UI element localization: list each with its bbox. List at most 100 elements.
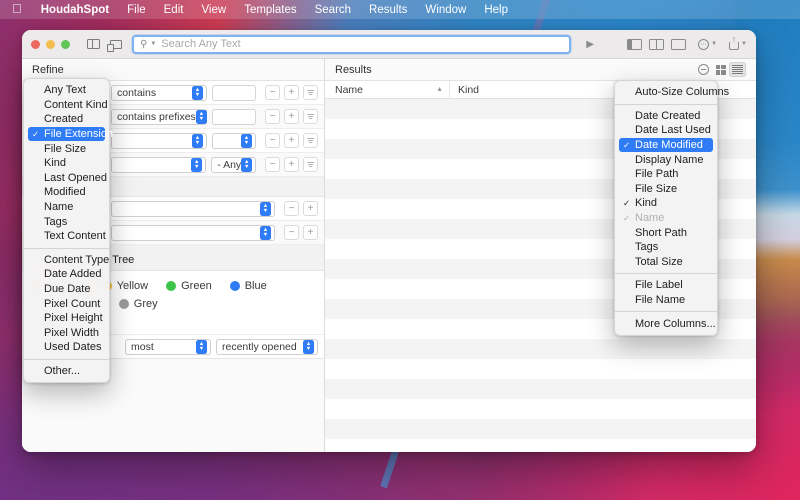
results-row[interactable] bbox=[325, 339, 756, 359]
add-criteria-button[interactable]: + bbox=[284, 157, 299, 172]
tag-grey[interactable]: Grey bbox=[118, 298, 158, 310]
columns-menu-item[interactable]: Display Name bbox=[615, 152, 717, 167]
add-criteria-button[interactable]: + bbox=[284, 85, 299, 100]
zoom-window-button[interactable] bbox=[61, 39, 70, 49]
refine-menu-item[interactable]: Pixel Height bbox=[24, 311, 109, 326]
refine-menu-item[interactable]: Pixel Width bbox=[24, 326, 109, 341]
tag-blue[interactable]: Blue bbox=[229, 280, 267, 292]
stepper-icon[interactable]: ▲ ▼ bbox=[192, 133, 203, 148]
criteria-operator-popup[interactable]: ▲ ▼ bbox=[110, 156, 207, 173]
columns-menu-item[interactable]: File Size bbox=[615, 182, 717, 197]
criteria-value-input[interactable] bbox=[212, 84, 256, 101]
apple-logo-icon[interactable]:  bbox=[8, 2, 32, 17]
refine-menu-item[interactable]: Tags bbox=[24, 214, 109, 229]
refine-menu-item[interactable]: Due Date bbox=[24, 282, 109, 297]
columns-menu-item[interactable]: Date Created bbox=[615, 109, 717, 124]
refine-menu-item[interactable]: Name bbox=[24, 200, 109, 215]
minimize-window-button[interactable] bbox=[46, 39, 55, 49]
criteria-value-popup[interactable]: ▲ ▼ bbox=[111, 224, 275, 241]
refine-menu-item[interactable]: Used Dates bbox=[24, 340, 109, 355]
menu-item-view[interactable]: View bbox=[192, 4, 235, 16]
refine-attribute-menu[interactable]: Any Text Content Kind Created ✓ File Extensi… bbox=[23, 78, 134, 384]
stepper-icon[interactable]: ▲ ▼ bbox=[241, 133, 252, 148]
sidebar-toggle-button[interactable] bbox=[82, 34, 104, 54]
menu-item-window[interactable]: Window bbox=[416, 4, 475, 16]
stepper-icon[interactable]: ▲ ▼ bbox=[260, 201, 271, 216]
remove-criteria-button[interactable]: − bbox=[284, 225, 299, 240]
menu-item-search[interactable]: Search bbox=[306, 4, 360, 16]
menu-item-houdahspot[interactable]: HoudahSpot bbox=[32, 4, 118, 16]
remove-criteria-button[interactable]: − bbox=[284, 201, 299, 216]
menu-item-templates[interactable]: Templates bbox=[235, 4, 305, 16]
add-criteria-button[interactable]: + bbox=[284, 109, 299, 124]
criteria-options-button[interactable] bbox=[303, 133, 318, 148]
menu-item-edit[interactable]: Edit bbox=[155, 4, 193, 16]
stepper-icon[interactable]: ▲ ▼ bbox=[192, 85, 203, 100]
column-header-name[interactable]: Name ▲ bbox=[325, 81, 450, 98]
results-filter-button[interactable] bbox=[695, 62, 712, 77]
columns-menu-item[interactable]: Tags bbox=[615, 240, 717, 255]
inspector-toggle-button[interactable] bbox=[104, 34, 126, 54]
columns-menu-item[interactable]: ✓ Date Modified bbox=[619, 137, 713, 153]
stepper-icon[interactable]: ▲ ▼ bbox=[196, 339, 207, 354]
columns-menu-item[interactable]: File Name bbox=[615, 293, 717, 308]
close-window-button[interactable] bbox=[31, 39, 40, 49]
share-button[interactable]: ▼ bbox=[729, 38, 747, 50]
refine-menu-item[interactable]: Modified bbox=[24, 185, 109, 200]
refine-menu-item[interactable]: Content Kind bbox=[24, 98, 109, 113]
menu-item-results[interactable]: Results bbox=[360, 4, 416, 16]
add-criteria-button[interactable]: + bbox=[303, 225, 318, 240]
criteria-operator-popup[interactable]: contains ▲ ▼ bbox=[111, 84, 207, 101]
criteria-value-popup[interactable]: ▲ ▼ bbox=[111, 200, 275, 217]
stepper-icon[interactable]: ▲ ▼ bbox=[241, 157, 253, 172]
refine-menu-item[interactable]: Pixel Count bbox=[24, 296, 109, 311]
chevron-down-icon[interactable]: ▼ bbox=[150, 41, 156, 47]
sort-criterion-popup[interactable]: recently opened ▲ ▼ bbox=[216, 338, 318, 355]
refine-menu-item[interactable]: Text Content bbox=[24, 229, 109, 244]
layout-split-icon[interactable] bbox=[649, 38, 665, 50]
refine-menu-item[interactable]: File Size bbox=[24, 141, 109, 156]
stepper-icon[interactable]: ▲ ▼ bbox=[191, 157, 203, 172]
criteria-options-button[interactable] bbox=[303, 109, 318, 124]
criteria-operator-popup[interactable]: contains prefixes ▲ ▼ bbox=[111, 108, 207, 125]
columns-menu-item[interactable]: ✓ Kind bbox=[615, 196, 717, 211]
refine-menu-item[interactable]: Last Opened bbox=[24, 171, 109, 186]
layout-left-icon[interactable] bbox=[627, 38, 643, 50]
columns-menu-item[interactable]: File Path bbox=[615, 167, 717, 182]
columns-menu-item[interactable]: More Columns... bbox=[615, 316, 717, 331]
layout-right-icon[interactable] bbox=[671, 38, 687, 50]
remove-criteria-button[interactable]: − bbox=[265, 133, 280, 148]
menu-item-file[interactable]: File bbox=[118, 4, 155, 16]
search-field[interactable]: ⚲ ▼ Search Any Text bbox=[132, 34, 572, 54]
results-columns-menu[interactable]: Auto-Size Columns Date Created Date Last U… bbox=[614, 80, 729, 336]
more-options-button[interactable]: ⋯ ▼ bbox=[698, 38, 717, 50]
stepper-icon[interactable]: ▲ ▼ bbox=[195, 109, 207, 124]
run-search-button[interactable]: ▶ bbox=[579, 39, 601, 50]
results-row[interactable] bbox=[325, 399, 756, 419]
results-row[interactable] bbox=[325, 379, 756, 399]
results-row[interactable] bbox=[325, 419, 756, 439]
criteria-operator-popup[interactable]: ▲ ▼ bbox=[111, 132, 207, 149]
refine-menu-item[interactable]: Kind bbox=[24, 156, 109, 171]
refine-menu-item[interactable]: ✓ File Extension bbox=[28, 126, 113, 142]
add-criteria-button[interactable]: + bbox=[284, 133, 299, 148]
remove-criteria-button[interactable]: − bbox=[265, 109, 280, 124]
stepper-icon[interactable]: ▲ ▼ bbox=[303, 339, 314, 354]
tag-green[interactable]: Green bbox=[166, 280, 212, 292]
results-row[interactable] bbox=[325, 359, 756, 379]
remove-criteria-button[interactable]: − bbox=[265, 85, 280, 100]
criteria-value-popup[interactable]: ▲ ▼ bbox=[212, 132, 256, 149]
list-view-button[interactable] bbox=[729, 62, 746, 77]
criteria-options-button[interactable] bbox=[303, 157, 318, 172]
criteria-value-input[interactable] bbox=[212, 108, 256, 125]
refine-menu-item[interactable]: Content Type Tree bbox=[24, 253, 134, 268]
add-criteria-button[interactable]: + bbox=[303, 201, 318, 216]
grid-view-button[interactable] bbox=[712, 62, 729, 77]
menu-item-help[interactable]: Help bbox=[475, 4, 517, 16]
stepper-icon[interactable]: ▲ ▼ bbox=[260, 225, 271, 240]
refine-menu-item[interactable]: Any Text bbox=[24, 83, 109, 98]
column-header-kind[interactable]: Kind bbox=[450, 84, 479, 96]
refine-menu-item[interactable]: Other... bbox=[24, 364, 109, 379]
refine-menu-item[interactable]: Date Added bbox=[24, 267, 109, 282]
search-input[interactable]: Search Any Text bbox=[161, 38, 240, 50]
